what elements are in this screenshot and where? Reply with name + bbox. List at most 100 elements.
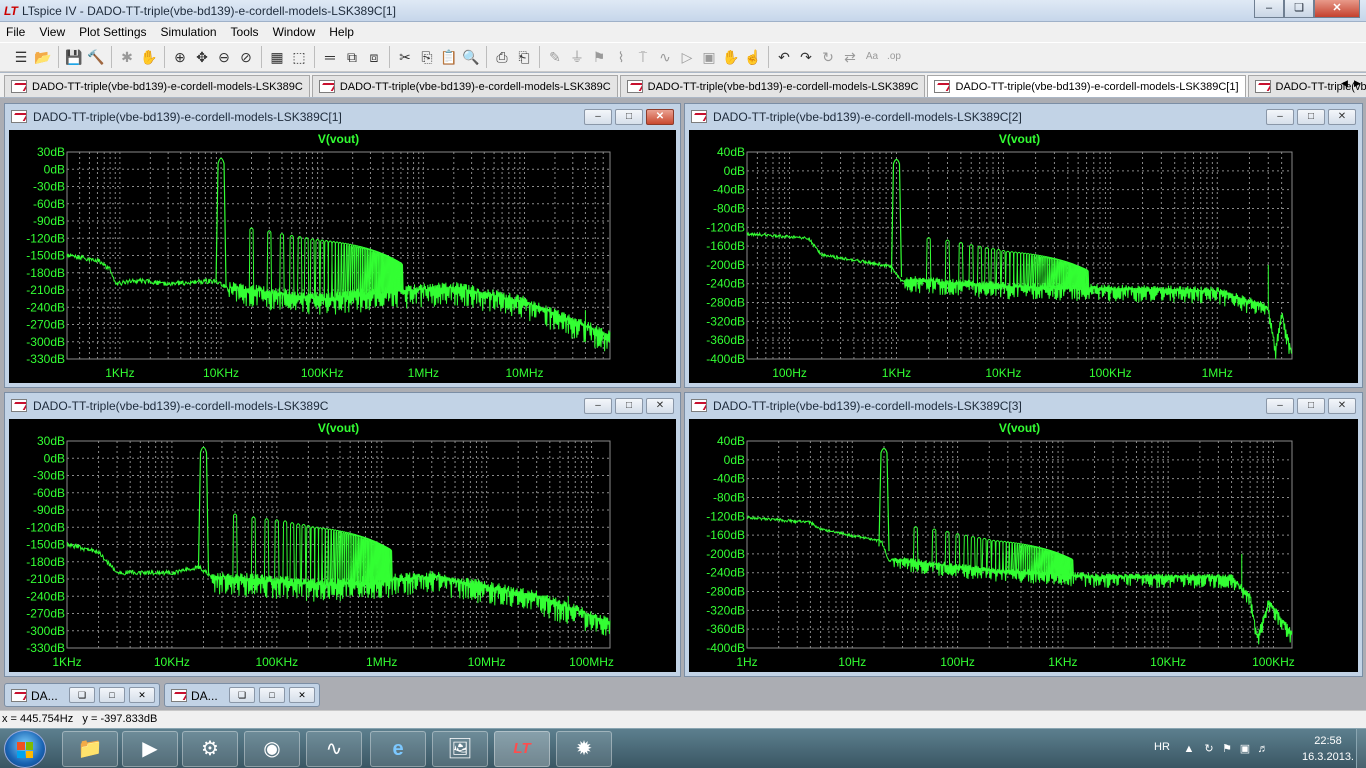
restore-button[interactable]: ❏: [229, 687, 255, 703]
doc-tab-4[interactable]: DADO-TT-triple(vbe-bd139)-e-cordell-mode…: [927, 75, 1246, 97]
open-icon[interactable]: 📂: [32, 46, 54, 68]
pan-icon[interactable]: ✋: [138, 46, 160, 68]
tool-task[interactable]: ⚙: [182, 731, 238, 767]
ltspice-task[interactable]: LT: [494, 731, 550, 767]
zoom-cancel-icon[interactable]: ⊘: [235, 46, 257, 68]
tile-horizontal-icon[interactable]: ═: [319, 46, 341, 68]
volume-icon[interactable]: ♬: [1256, 742, 1270, 756]
restore-button[interactable]: ❏: [69, 687, 95, 703]
tab-scroll-left-button[interactable]: ◀: [1338, 76, 1351, 90]
control-panel-icon[interactable]: 🔨: [85, 46, 107, 68]
copy-icon[interactable]: ⎘: [416, 46, 438, 68]
close-button[interactable]: ✕: [289, 687, 315, 703]
minimized-window-1[interactable]: DA... ❏ □ ✕: [4, 683, 160, 707]
spice-directive-icon[interactable]: .op: [883, 46, 905, 68]
rotate-icon[interactable]: ↻: [817, 46, 839, 68]
mirror-icon[interactable]: ⇄: [839, 46, 861, 68]
pane-maximize-button[interactable]: □: [615, 398, 643, 414]
pane-close-button[interactable]: ✕: [646, 398, 674, 414]
start-button[interactable]: [4, 730, 46, 768]
undo-icon[interactable]: ↶: [773, 46, 795, 68]
fit-icon[interactable]: ⬚: [288, 46, 310, 68]
redo-icon[interactable]: ↷: [795, 46, 817, 68]
media-task[interactable]: ▶: [122, 731, 178, 767]
autorange-icon[interactable]: ▦: [266, 46, 288, 68]
cascade-icon[interactable]: ⧉: [341, 46, 363, 68]
paste-icon[interactable]: 📋: [438, 46, 460, 68]
show-hidden-icons-icon[interactable]: ▲: [1182, 742, 1196, 756]
menu-simulation[interactable]: Simulation: [161, 25, 217, 39]
ie-task[interactable]: e: [370, 731, 426, 767]
pane-maximize-button[interactable]: □: [1297, 398, 1325, 414]
pane-maximize-button[interactable]: □: [615, 109, 643, 125]
zoom-pan-icon[interactable]: ✥: [191, 46, 213, 68]
plot-area[interactable]: V(vout) 30dB 0dB -30dB -60dB -90dB -120dB -150d…: [9, 130, 676, 383]
zoom-out-icon[interactable]: ⊖: [213, 46, 235, 68]
drag-icon[interactable]: ☝: [742, 46, 764, 68]
find-icon[interactable]: 🔍: [460, 46, 482, 68]
folder-task[interactable]: 🖼: [432, 731, 488, 767]
language-indicator[interactable]: HR: [1154, 741, 1170, 753]
scope-task[interactable]: ∿: [306, 731, 362, 767]
menu-file[interactable]: File: [6, 25, 25, 39]
pane-minimize-button[interactable]: –: [1266, 398, 1294, 414]
text-icon[interactable]: Aa: [861, 46, 883, 68]
maximize-button[interactable]: □: [259, 687, 285, 703]
doc-tab-3[interactable]: DADO-TT-triple(vbe-bd139)-e-cordell-mode…: [619, 75, 926, 97]
maximize-button[interactable]: □: [99, 687, 125, 703]
new-schematic-icon[interactable]: ☰: [10, 46, 32, 68]
plot-window-1[interactable]: DADO-TT-triple(vbe-bd139)-e-cordell-mode…: [4, 103, 681, 388]
cut-icon[interactable]: ✂: [394, 46, 416, 68]
plot-svg[interactable]: V(vout) 30dB 0dB -30dB -60dB -90dB -120dB -150d…: [9, 130, 676, 383]
diode-icon[interactable]: ▷: [676, 46, 698, 68]
close-button[interactable]: ✕: [1314, 0, 1360, 18]
close-windows-icon[interactable]: ⧈: [363, 46, 385, 68]
label-icon[interactable]: ⚑: [588, 46, 610, 68]
clock-time[interactable]: 22:58: [1298, 735, 1358, 747]
splat-task[interactable]: ✹: [556, 731, 612, 767]
doc-tab-2[interactable]: DADO-TT-triple(vbe-bd139)-e-cordell-mode…: [311, 75, 618, 97]
menu-tools[interactable]: Tools: [231, 25, 259, 39]
show-desktop-button[interactable]: [1356, 729, 1366, 768]
plot-window-3[interactable]: DADO-TT-triple(vbe-bd139)-e-cordell-mode…: [4, 392, 681, 677]
flag-icon[interactable]: ⚑: [1220, 742, 1234, 756]
capacitor-icon[interactable]: ⍑: [632, 46, 654, 68]
pane-close-button[interactable]: ✕: [646, 109, 674, 125]
move-icon[interactable]: ✋: [720, 46, 742, 68]
sync-icon[interactable]: ↻: [1202, 742, 1216, 756]
plot-window-titlebar[interactable]: DADO-TT-triple(vbe-bd139)-e-cordell-mode…: [5, 104, 680, 128]
pane-maximize-button[interactable]: □: [1297, 109, 1325, 125]
save-icon[interactable]: 💾: [63, 46, 85, 68]
minimized-window-2[interactable]: DA... ❏ □ ✕: [164, 683, 320, 707]
doc-tab-1[interactable]: DADO-TT-triple(vbe-bd139)-e-cordell-mode…: [4, 75, 310, 97]
pane-close-button[interactable]: ✕: [1328, 398, 1356, 414]
menu-window[interactable]: Window: [273, 25, 316, 39]
clock-date[interactable]: 16.3.2013.: [1296, 751, 1360, 763]
plot-svg[interactable]: V(vout) 40dB 0dB -40dB -80dB -120dB -160dB -200…: [689, 419, 1358, 672]
run-icon[interactable]: ✱: [116, 46, 138, 68]
plot-area[interactable]: V(vout) 40dB 0dB -40dB -80dB -120dB -160dB -200…: [689, 130, 1358, 383]
plot-svg[interactable]: V(vout) 30dB 0dB -30dB -60dB -90dB -120dB -150d…: [9, 419, 676, 672]
menu-help[interactable]: Help: [329, 25, 354, 39]
network-icon[interactable]: ▣: [1238, 742, 1252, 756]
ground-icon[interactable]: ⏚: [566, 46, 588, 68]
pane-close-button[interactable]: ✕: [1328, 109, 1356, 125]
component-icon[interactable]: ▣: [698, 46, 720, 68]
explorer-task[interactable]: 📁: [62, 731, 118, 767]
plot-window-titlebar[interactable]: DADO-TT-triple(vbe-bd139)-e-cordell-mode…: [685, 104, 1362, 128]
resistor-icon[interactable]: ⌇: [610, 46, 632, 68]
inductor-icon[interactable]: ∿: [654, 46, 676, 68]
menu-view[interactable]: View: [39, 25, 65, 39]
maximize-button[interactable]: ❏: [1284, 0, 1314, 18]
print-preview-icon[interactable]: ⎙: [491, 46, 513, 68]
pane-minimize-button[interactable]: –: [584, 109, 612, 125]
plot-window-4[interactable]: DADO-TT-triple(vbe-bd139)-e-cordell-mode…: [684, 392, 1363, 677]
print-icon[interactable]: ⎗: [513, 46, 535, 68]
close-button[interactable]: ✕: [129, 687, 155, 703]
tab-scroll-right-button[interactable]: ▶: [1351, 76, 1364, 90]
zoom-in-icon[interactable]: ⊕: [169, 46, 191, 68]
plot-area[interactable]: V(vout) 40dB 0dB -40dB -80dB -120dB -160dB -200…: [689, 419, 1358, 672]
plot-svg[interactable]: V(vout) 40dB 0dB -40dB -80dB -120dB -160dB -200…: [689, 130, 1358, 383]
security-task[interactable]: ◉: [244, 731, 300, 767]
menu-plot-settings[interactable]: Plot Settings: [79, 25, 146, 39]
